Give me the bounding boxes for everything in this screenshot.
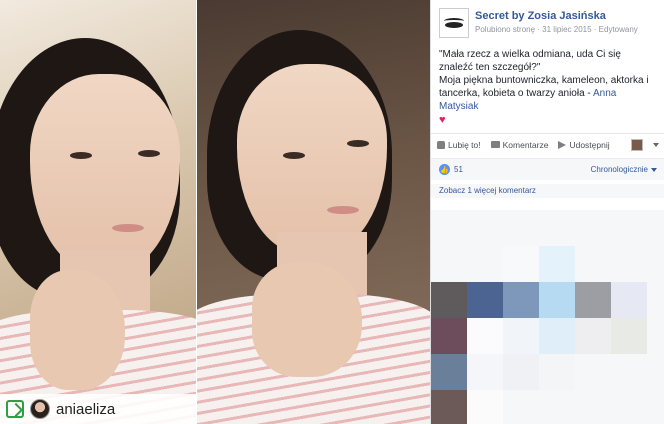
like-label: Lubię to! [448,139,481,150]
eye-right-2 [347,140,369,147]
like-button[interactable]: Lubię to! [437,140,481,150]
eye-left-1 [70,152,92,159]
post-header-text: Secret by Zosia Jasińska Polubiono stron… [475,8,638,42]
post-date[interactable]: 31 lipiec 2015 [542,25,591,34]
lips-right [327,206,359,214]
post-meta: Polubiono stronę · 31 lipiec 2015 · Edyt… [475,25,638,34]
view-more-comments-link[interactable]: Zobacz 1 więcej komentarz [431,184,664,198]
face-right [237,64,387,254]
post-body-text: Moja piękna buntowniczka, kameleon, akto… [439,75,649,99]
face-left [30,74,180,272]
pixel-block [503,354,539,390]
repost-bar: aniaeliza [0,394,197,424]
comment-label: Komentarze [502,139,549,150]
pixel-block [467,318,503,354]
repost-icon [6,400,24,418]
like-count[interactable]: 51 [454,165,463,174]
pixelated-comments [431,210,664,424]
comment-button[interactable]: Komentarze [490,139,549,150]
share-button[interactable]: Udostępnij [558,139,610,150]
page-avatar[interactable] [439,8,469,38]
page-name-link[interactable]: Secret by Zosia Jasińska [475,10,638,22]
thumbs-up-icon [437,140,445,149]
pixel-block [431,390,467,424]
pixel-block [575,282,611,318]
chevron-down-icon [651,167,657,172]
photo-left-panel: aniaeliza [0,0,197,424]
pixel-block [539,282,575,318]
pixel-block [539,354,575,390]
lips-left [112,224,144,232]
comment-icon [490,141,500,148]
like-badge-icon: 👍 [439,164,450,175]
pixel-block [539,318,575,354]
edited-label[interactable]: Edytowany [599,25,638,34]
photo-right-panel [197,0,430,424]
pixel-block [467,354,503,390]
pixel-block [467,282,503,318]
post-quote: "Mała rzecz a wielka odmiana, uda Ci się… [439,49,621,73]
liked-page-label: Polubiono stronę [475,25,536,34]
avatar[interactable] [30,399,50,419]
repost-handle[interactable]: aniaeliza [56,401,115,418]
pixel-block [611,282,647,318]
pixel-block [611,318,647,354]
share-icon [558,140,567,149]
pixel-block [431,354,467,390]
sort-label: Chronologicznie [590,165,648,174]
pixel-block [503,282,539,318]
eye-right-1 [283,152,305,159]
post-text: "Mała rzecz a wielka odmiana, uda Ci się… [431,42,664,127]
share-label: Udostępnij [569,139,610,150]
eye-left-2 [138,150,160,157]
pixel-block [431,282,467,318]
hand-right [252,262,362,377]
post-body: Moja piękna buntowniczka, kameleon, akto… [439,74,656,113]
hand-left [30,270,125,390]
pixel-block [575,318,611,354]
avatar[interactable] [631,138,643,151]
reactions-bar: 👍 51 Chronologicznie [431,158,664,180]
post-actions: Lubię to! Komentarze Udostępnij [431,133,664,155]
post-header: Secret by Zosia Jasińska Polubiono stron… [431,0,664,42]
heart-icon: ♥ [439,114,446,126]
pixel-block [503,246,539,282]
post-panel: Secret by Zosia Jasińska Polubiono stron… [430,0,664,424]
sort-dropdown[interactable]: Chronologicznie [591,165,657,174]
pixel-block [431,318,467,354]
post-photo[interactable]: aniaeliza [0,0,430,424]
pixel-block [539,246,575,282]
eye-logo-shape [445,22,463,28]
pixel-block [467,390,503,424]
chevron-down-icon[interactable] [653,142,659,147]
pixel-block [503,318,539,354]
